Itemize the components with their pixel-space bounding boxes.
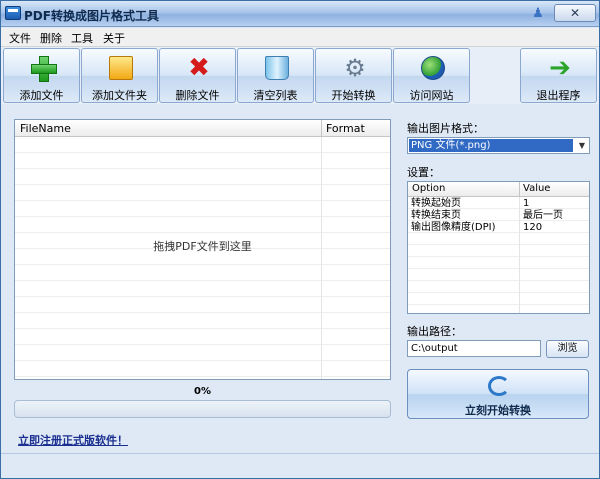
exit-label: 退出程序 — [536, 89, 581, 102]
menu-about[interactable]: 关于 — [103, 30, 125, 46]
settings-header-divider — [519, 182, 520, 197]
gears-icon: ⚙ — [344, 54, 366, 82]
column-format[interactable]: Format — [326, 122, 365, 135]
add-file-label: 添加文件 — [19, 89, 64, 102]
chevron-down-icon[interactable]: ▼ — [575, 138, 589, 153]
recycle-bin-icon — [265, 56, 289, 80]
menu-file[interactable]: 文件 — [9, 30, 31, 46]
output-format-label: 输出图片格式： — [407, 122, 484, 135]
delete-file-button[interactable]: ✖ 删除文件 — [159, 48, 236, 103]
column-filename[interactable]: FileName — [20, 122, 71, 135]
app-window: PDF转换成图片格式工具 ♟ ✕ 文件 删除 工具 关于 添加文件 添加文件夹 … — [0, 0, 600, 479]
output-format-select[interactable]: PNG 文件(*.png) ▼ — [407, 137, 590, 154]
delete-file-label: 删除文件 — [175, 89, 220, 102]
setting-option: 转换结束页 — [411, 210, 461, 221]
status-bar — [1, 453, 599, 478]
app-icon — [5, 6, 21, 20]
convert-now-button[interactable]: 立刻开始转换 — [407, 369, 589, 419]
browse-button[interactable]: 浏览 — [546, 340, 589, 358]
setting-option: 输出图像精度(DPI) — [411, 222, 496, 233]
progress-bar — [14, 400, 391, 418]
folder-icon — [109, 56, 133, 80]
visit-site-label: 访问网站 — [409, 89, 454, 102]
exit-button[interactable]: ➔ 退出程序 — [520, 48, 597, 103]
setting-value[interactable]: 120 — [523, 222, 542, 234]
start-convert-button[interactable]: ⚙ 开始转换 — [315, 48, 392, 103]
skin-icon[interactable]: ♟ — [531, 6, 545, 22]
settings-header: Option Value — [408, 182, 589, 197]
setting-value[interactable]: 最后一页 — [523, 210, 563, 222]
green-arrow-icon: ➔ — [549, 53, 571, 83]
column-value[interactable]: Value — [523, 183, 550, 194]
progress-percent: 0% — [194, 386, 211, 397]
drop-hint: 拖拽PDF文件到这里 — [153, 240, 252, 253]
refresh-icon — [488, 376, 510, 396]
menu-delete[interactable]: 删除 — [40, 30, 62, 46]
window-title: PDF转换成图片格式工具 — [24, 9, 159, 23]
setting-value[interactable]: 1 — [523, 198, 529, 210]
settings-row[interactable]: 输出图像精度(DPI) 120 — [408, 222, 589, 234]
output-path-input[interactable] — [407, 340, 541, 357]
plus-icon — [31, 56, 57, 82]
add-folder-button[interactable]: 添加文件夹 — [81, 48, 158, 103]
globe-icon — [421, 56, 445, 80]
add-file-button[interactable]: 添加文件 — [3, 48, 80, 103]
add-folder-label: 添加文件夹 — [92, 89, 147, 102]
header-divider — [321, 120, 322, 137]
clear-list-label: 清空列表 — [253, 89, 298, 102]
column-divider — [321, 137, 322, 379]
column-option[interactable]: Option — [412, 183, 445, 194]
convert-now-label: 立刻开始转换 — [465, 404, 531, 417]
visit-site-button[interactable]: 访问网站 — [393, 48, 470, 103]
menu-tools[interactable]: 工具 — [71, 30, 93, 46]
close-button[interactable]: ✕ — [554, 4, 596, 22]
setting-option: 转换起始页 — [411, 198, 461, 209]
clear-list-button[interactable]: 清空列表 — [237, 48, 314, 103]
settings-row[interactable]: 转换结束页 最后一页 — [408, 210, 589, 222]
settings-label: 设置： — [407, 166, 440, 179]
file-list[interactable]: FileName Format 拖拽PDF文件到这里 — [14, 119, 391, 380]
register-link[interactable]: 立即注册正式版软件！ — [18, 432, 128, 448]
toolbar: 添加文件 添加文件夹 ✖ 删除文件 清空列表 ⚙ 开始转换 访问网站 ➔ 退出程… — [1, 47, 599, 104]
red-x-icon: ✖ — [188, 53, 210, 83]
start-convert-label: 开始转换 — [331, 89, 376, 102]
settings-row[interactable]: 转换起始页 1 — [408, 198, 589, 210]
title-bar: PDF转换成图片格式工具 ♟ ✕ — [1, 1, 599, 27]
menu-bar: 文件 删除 工具 关于 — [1, 28, 599, 47]
settings-grid[interactable]: Option Value 转换起始页 1 转换结束页 最后一页 输出图像精度(D… — [407, 181, 590, 314]
output-format-value: PNG 文件(*.png) — [409, 139, 573, 152]
file-list-rows — [15, 137, 390, 379]
file-list-header: FileName Format — [15, 120, 390, 137]
output-path-label: 输出路径： — [407, 325, 462, 338]
